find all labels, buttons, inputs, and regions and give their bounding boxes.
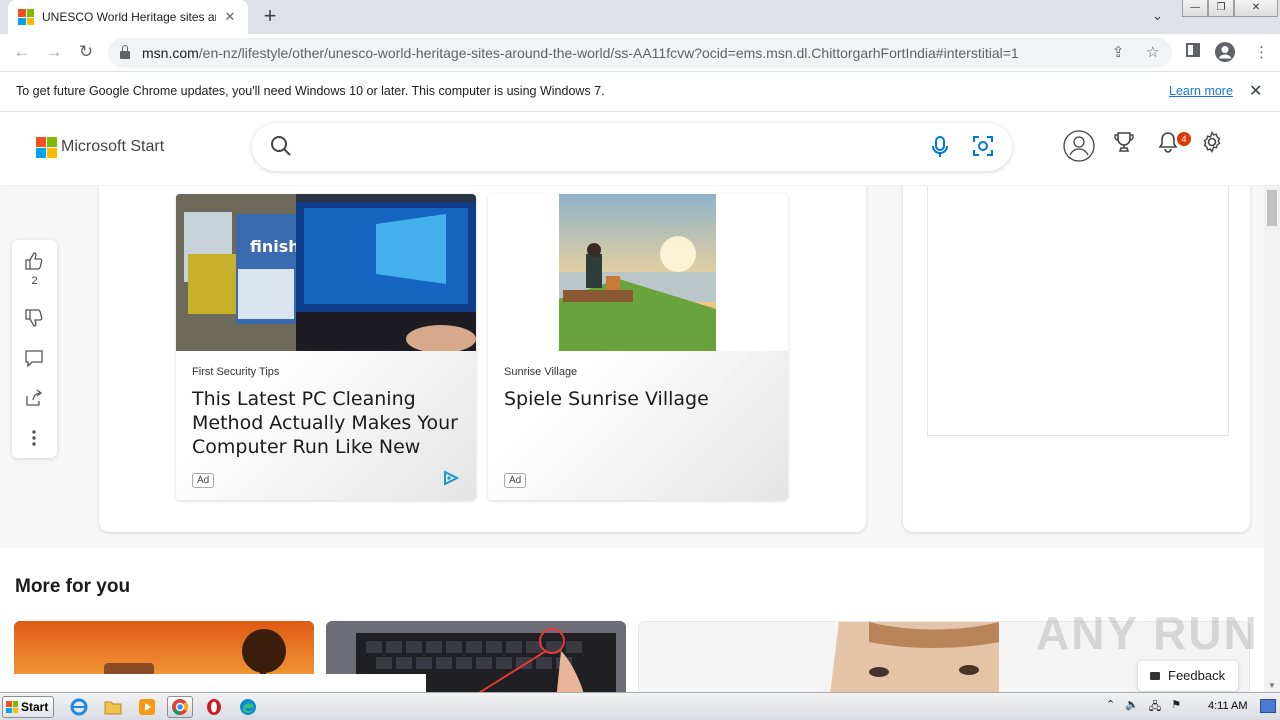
dislike-thumbs-down-icon[interactable] <box>24 308 44 328</box>
windows-taskbar: Start ⌃ 🔈 🖧 ⚑ 4:11 AM <box>0 692 1280 720</box>
learn-more-link[interactable]: Learn more <box>1169 84 1233 98</box>
file-explorer-icon[interactable] <box>100 696 126 718</box>
ad-title[interactable]: This Latest PC Cleaning Method Actually … <box>192 387 464 459</box>
sidebar-card <box>903 186 1250 532</box>
volume-icon[interactable]: 🔈 <box>1125 698 1139 717</box>
sidebar-ad-slot <box>927 186 1229 436</box>
tab-title: UNESCO World Heritage sites around the w… <box>42 10 216 24</box>
adchoices-icon[interactable] <box>442 470 460 486</box>
start-label: Start <box>21 700 49 714</box>
watermark-text: ANY RUN <box>1036 607 1259 659</box>
browser-toolbar: ← → ↻ msn.com/en-nz/lifestyle/other/unes… <box>0 34 1280 72</box>
comment-icon[interactable] <box>24 348 44 368</box>
minimize-button[interactable]: — <box>1182 0 1208 17</box>
feedback-icon <box>1150 672 1160 680</box>
scroll-thumb[interactable] <box>1267 190 1277 226</box>
search-input[interactable] <box>252 123 1012 171</box>
lock-icon <box>120 45 130 59</box>
browser-tab-strip: UNESCO World Heritage sites around the w… <box>0 0 1280 34</box>
svg-text:finish: finish <box>250 237 300 256</box>
settings-gear-icon[interactable] <box>1201 131 1223 153</box>
media-player-icon[interactable] <box>134 696 160 718</box>
feedback-button[interactable]: Feedback <box>1138 661 1238 691</box>
visual-search-icon[interactable] <box>972 135 994 157</box>
like-thumbs-up-icon[interactable] <box>24 251 44 271</box>
url-text[interactable]: msn.com/en-nz/lifestyle/other/unesco-wor… <box>142 45 1019 61</box>
bookmark-star-icon[interactable]: ☆ <box>1146 43 1159 61</box>
tab-search-chevron-icon[interactable]: ⌄ <box>1152 8 1163 24</box>
back-arrow-icon[interactable]: ← <box>11 42 33 62</box>
scroll-down-icon[interactable]: ▼ <box>1268 681 1276 690</box>
ad-image-game <box>488 194 788 351</box>
action-center-flag-icon[interactable]: ⚑ <box>1171 698 1181 717</box>
update-infobar: To get future Google Chrome updates, you… <box>0 72 1280 112</box>
forward-arrow-icon[interactable]: → <box>43 42 65 62</box>
article-card: finish First Security Tips This Latest P… <box>99 186 866 532</box>
ad-card-sunrise-village[interactable]: Sunrise Village Spiele Sunrise Village A… <box>488 194 788 500</box>
profile-avatar-icon[interactable] <box>1214 41 1236 67</box>
taskbar-clock[interactable]: 4:11 AM <box>1208 700 1248 712</box>
ad-image-laptop: finish <box>176 194 476 351</box>
account-icon[interactable] <box>1063 130 1095 162</box>
microphone-icon[interactable] <box>930 136 950 158</box>
brand-name[interactable]: Microsoft Start <box>61 138 164 156</box>
url-path: /en-nz/lifestyle/other/unesco-world-heri… <box>198 45 1019 61</box>
url-host: msn.com <box>142 45 199 61</box>
chrome-taskbar-icon[interactable] <box>167 696 193 718</box>
ad-badge: Ad <box>504 473 527 488</box>
more-options-icon[interactable] <box>24 428 44 448</box>
start-button[interactable]: Start <box>2 696 54 718</box>
maximize-button[interactable]: ❐ <box>1208 0 1234 17</box>
infobar-message: To get future Google Chrome updates, you… <box>16 84 605 98</box>
ad-title[interactable]: Spiele Sunrise Village <box>504 387 776 411</box>
tray-expand-icon[interactable]: ⌃ <box>1106 698 1115 717</box>
feedback-label: Feedback <box>1168 668 1226 683</box>
msn-favicon-icon <box>18 9 34 25</box>
ad-card-pc-cleaning[interactable]: finish First Security Tips This Latest P… <box>176 194 476 500</box>
reactions-rail: 2 <box>12 240 57 458</box>
share-icon[interactable] <box>24 388 44 408</box>
microsoft-logo-icon[interactable] <box>36 137 57 158</box>
page-scrollbar[interactable]: ▲ ▼ <box>1264 186 1280 692</box>
like-count: 2 <box>31 275 38 287</box>
window-controls: — ❐ ✕ <box>1182 0 1278 18</box>
browser-tab[interactable]: UNESCO World Heritage sites around the w… <box>8 0 248 34</box>
side-panel-icon[interactable] <box>1186 43 1200 61</box>
ad-source: Sunrise Village <box>504 366 578 378</box>
reload-icon[interactable]: ↻ <box>75 42 97 62</box>
internet-explorer-icon[interactable] <box>66 696 92 718</box>
ad-source: First Security Tips <box>192 366 280 378</box>
overlay-strip <box>0 674 426 692</box>
notifications-bell-icon[interactable] <box>1158 131 1178 153</box>
edge-icon[interactable] <box>235 696 261 718</box>
rewards-trophy-icon[interactable] <box>1114 131 1134 153</box>
infobar-close-icon[interactable]: ✕ <box>1249 81 1262 101</box>
search-icon <box>271 136 291 156</box>
page-content: finish First Security Tips This Latest P… <box>0 186 1264 692</box>
share-icon[interactable]: ⇪ <box>1112 43 1125 61</box>
notification-count-badge: 4 <box>1177 132 1191 146</box>
chrome-menu-icon[interactable]: ⋮ <box>1254 43 1269 61</box>
address-bar[interactable]: msn.com/en-nz/lifestyle/other/unesco-wor… <box>108 38 1172 68</box>
opera-icon[interactable] <box>201 696 227 718</box>
msn-header: Microsoft Start 4 <box>0 113 1280 185</box>
new-tab-button[interactable]: + <box>258 5 282 29</box>
show-desktop-icon[interactable] <box>1260 699 1276 713</box>
system-tray: ⌃ 🔈 🖧 ⚑ <box>1106 698 1181 717</box>
ad-badge: Ad <box>192 473 215 488</box>
windows-flag-icon <box>6 701 18 713</box>
tab-close-icon[interactable]: ✕ <box>222 9 238 25</box>
section-title: More for you <box>15 576 131 597</box>
network-icon[interactable]: 🖧 <box>1149 698 1161 717</box>
close-window-button[interactable]: ✕ <box>1234 0 1278 17</box>
